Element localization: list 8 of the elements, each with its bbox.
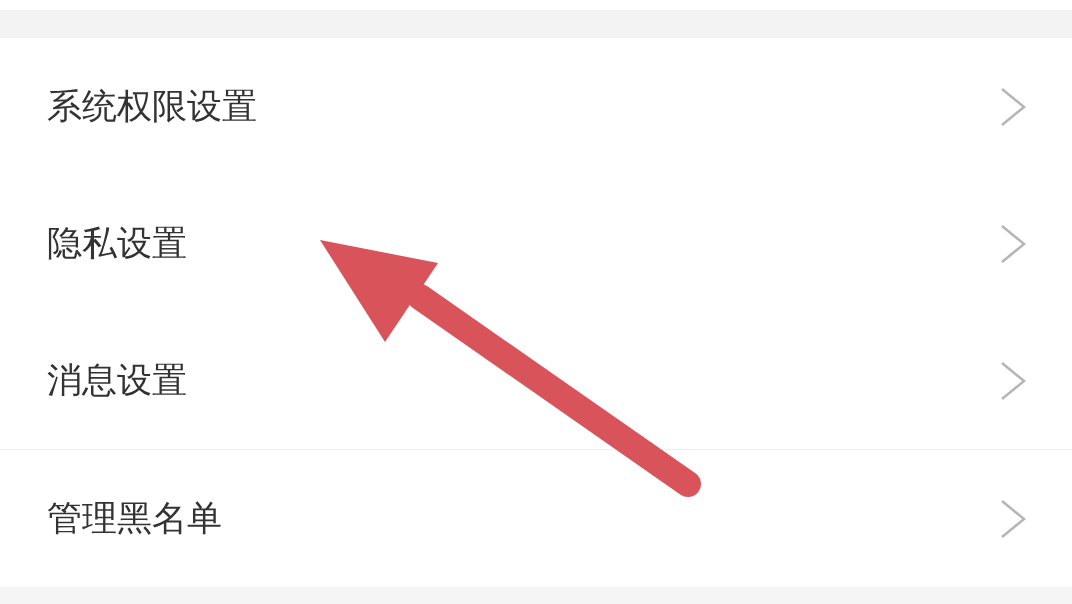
chevron-right-icon [1000,86,1026,127]
settings-row[interactable]: 管理黑名单 [0,450,1072,587]
settings-row[interactable]: 系统权限设置 [0,38,1072,175]
settings-row[interactable]: 隐私设置 [0,175,1072,312]
chevron-right-icon [1000,360,1026,401]
settings-row[interactable]: 消息设置 [0,312,1072,449]
chevron-right-icon [1000,223,1026,264]
chevron-right-icon [1000,498,1026,539]
